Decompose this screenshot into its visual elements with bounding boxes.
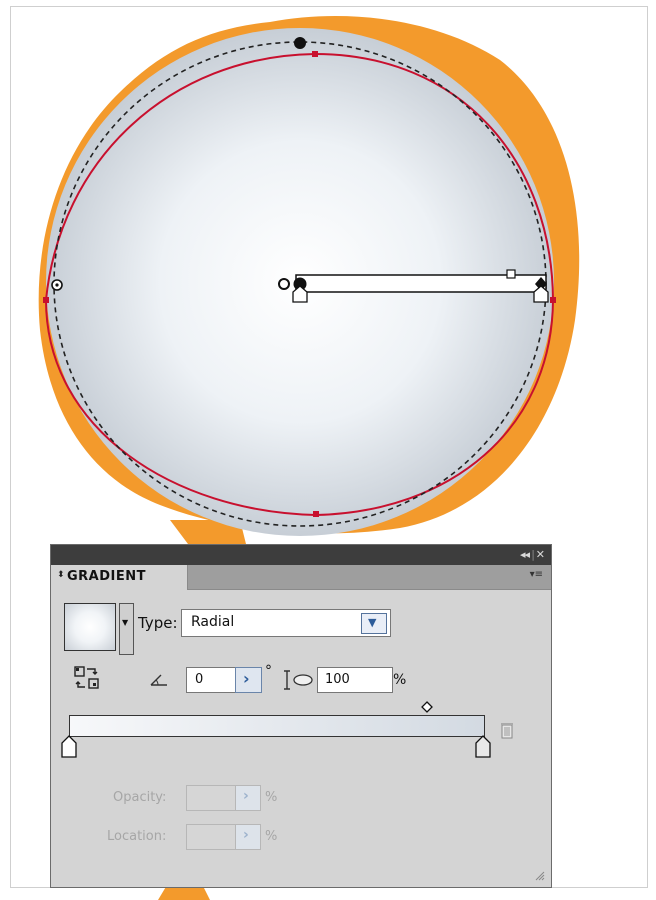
reverse-gradient-icon[interactable] <box>73 665 101 691</box>
chevron-right-icon: › <box>243 669 250 688</box>
collapse-panel-button[interactable]: ◂◂ <box>520 548 530 562</box>
panel-tab-row: ⬍ GRADIENT ▾≡ <box>51 565 551 590</box>
titlebar-separator: | <box>531 548 535 561</box>
trash-icon[interactable] <box>499 721 515 739</box>
panel-titlebar[interactable]: ◂◂ | ✕ <box>51 545 551 565</box>
annotator-left-handle-dot <box>55 283 59 287</box>
anchor-point-left[interactable] <box>43 297 49 303</box>
resize-grip-icon[interactable] <box>533 869 545 881</box>
anchor-point-bottom[interactable] <box>313 511 319 517</box>
opacity-unit: % <box>265 790 278 805</box>
aspect-ratio-icon <box>284 670 313 690</box>
panel-menu-button[interactable]: ▾≡ <box>530 569 543 580</box>
opacity-dropdown-button[interactable]: › <box>235 785 261 811</box>
gradient-swatch-preview[interactable] <box>64 603 116 651</box>
angle-icon <box>150 674 167 686</box>
location-dropdown-button[interactable]: › <box>235 824 261 850</box>
tab-gradient-label: GRADIENT <box>67 569 146 584</box>
chevron-right-icon: › <box>243 788 249 804</box>
gradient-swatch-dropdown[interactable]: ▼ <box>119 603 134 655</box>
annotator-top-handle[interactable] <box>294 37 306 49</box>
degree-symbol: ° <box>265 663 272 679</box>
gradient-stop-icon[interactable] <box>475 735 491 759</box>
angle-input-value: 0 <box>195 672 204 687</box>
anchor-point-top[interactable] <box>312 51 318 57</box>
type-select-value: Radial <box>191 614 235 630</box>
opacity-input[interactable] <box>186 785 236 811</box>
location-label: Location: <box>107 829 167 844</box>
chevron-down-icon: ▼ <box>368 616 377 629</box>
tab-gradient[interactable]: ⬍ GRADIENT <box>51 565 188 590</box>
opacity-label: Opacity: <box>113 790 167 805</box>
aspect-ratio-unit: % <box>393 672 407 688</box>
chevron-right-icon: › <box>243 827 249 843</box>
gradient-panel: ◂◂ | ✕ ⬍ GRADIENT ▾≡ ▼ Type: Radial ▼ 0 … <box>50 544 552 888</box>
location-unit: % <box>265 829 278 844</box>
aspect-ratio-value: 100 <box>325 672 350 687</box>
annotator-origin-ring[interactable] <box>278 278 290 290</box>
chevron-down-icon: ▼ <box>122 618 129 627</box>
type-select-dropdown-button[interactable]: ▼ <box>361 613 387 634</box>
angle-dropdown-button[interactable]: › <box>235 667 262 693</box>
gradient-slider-ramp[interactable] <box>69 715 485 737</box>
annotator-midpoint-square[interactable] <box>506 269 516 279</box>
angle-input[interactable] <box>186 667 236 693</box>
gradient-stop-icon[interactable] <box>61 735 77 759</box>
anchor-point-right[interactable] <box>550 297 556 303</box>
type-label: Type: <box>138 614 178 632</box>
tab-expand-icon[interactable]: ⬍ <box>57 570 65 580</box>
location-input[interactable] <box>186 824 236 850</box>
close-panel-button[interactable]: ✕ <box>536 548 545 562</box>
midpoint-diamond-icon[interactable] <box>421 701 433 713</box>
